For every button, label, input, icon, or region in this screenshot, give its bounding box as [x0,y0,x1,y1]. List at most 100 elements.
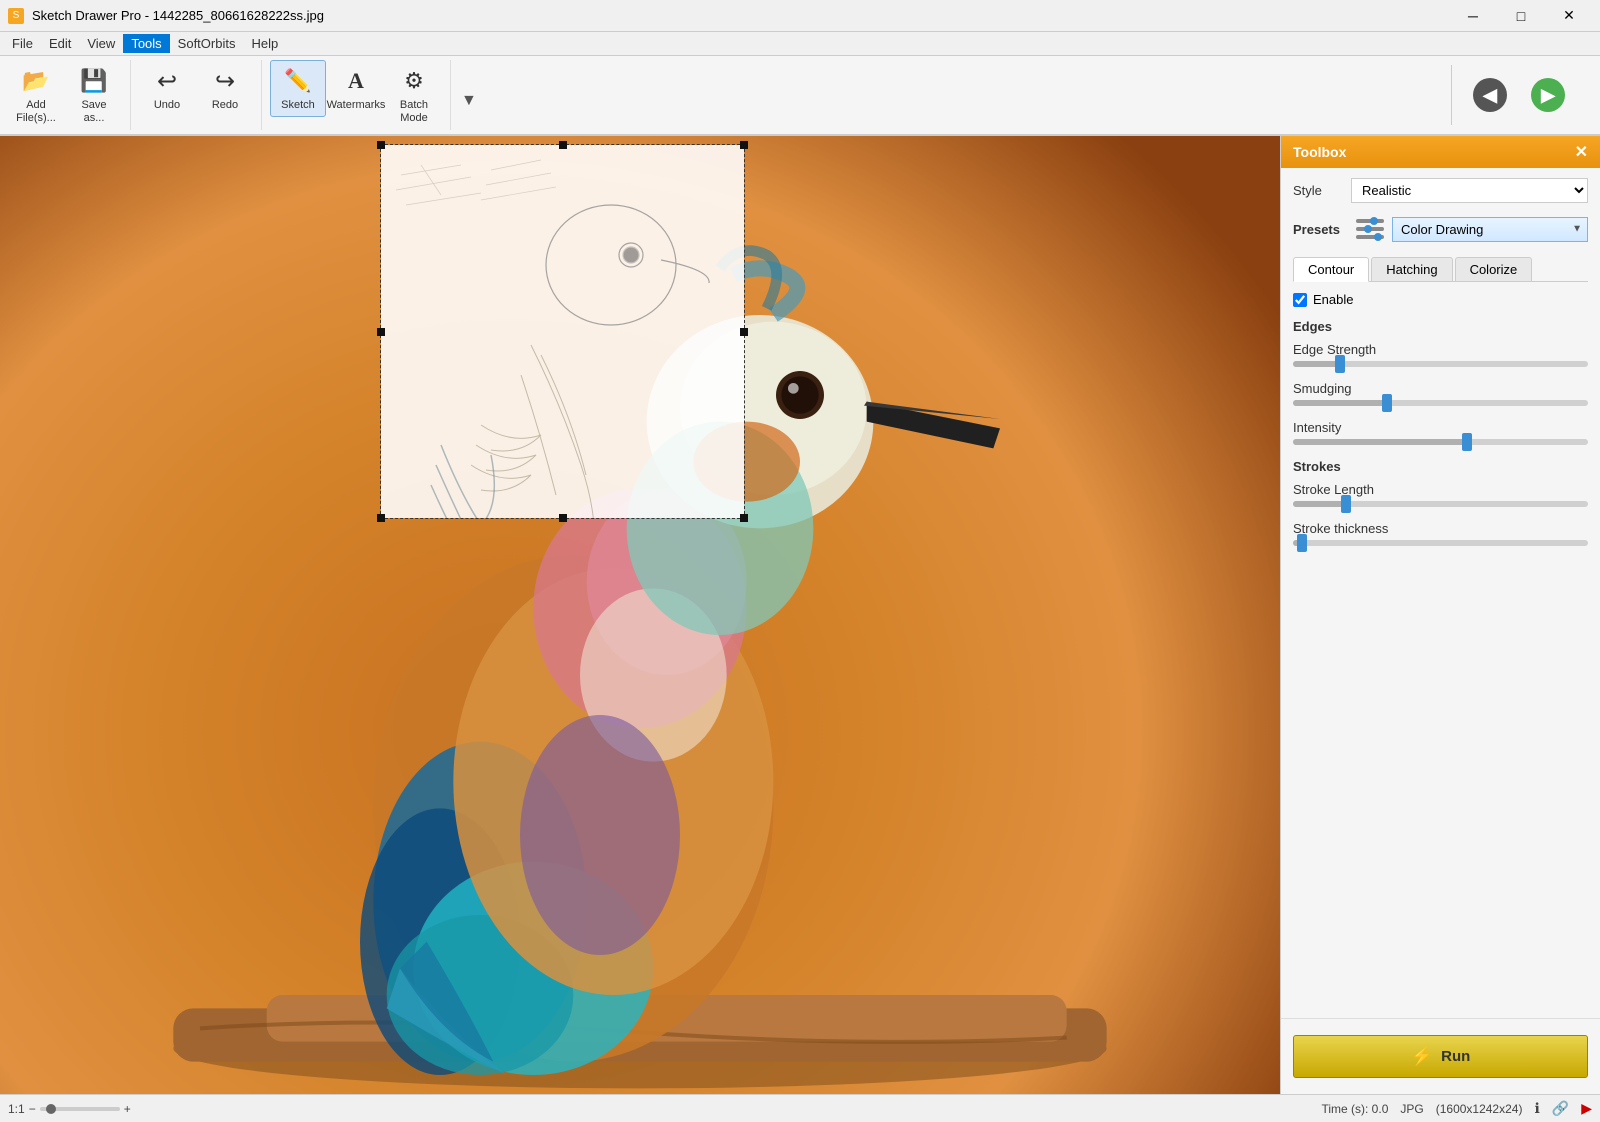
presets-icon [1354,213,1386,245]
enable-row: Enable [1293,292,1588,307]
minimize-button[interactable]: ─ [1450,0,1496,32]
add-file-button[interactable]: 📂 AddFile(s)... [8,60,64,130]
youtube-icon[interactable]: ▶ [1581,1100,1592,1117]
redo-button[interactable]: ↪ Redo [197,60,253,117]
intensity-fill [1293,439,1467,445]
close-button[interactable]: ✕ [1546,0,1592,32]
undo-button[interactable]: ↩ Undo [139,60,195,117]
toolbox-panel: Toolbox ✕ Style Realistic Pencil Charcoa… [1280,136,1600,1094]
handle-tr[interactable] [740,141,748,149]
presets-select[interactable]: Color Drawing Black & White Watercolor P… [1392,217,1588,242]
run-label: Run [1441,1048,1470,1065]
tabs: Contour Hatching Colorize [1293,257,1588,282]
handle-br[interactable] [740,514,748,522]
intensity-row: Intensity [1293,420,1588,445]
zoom-slider[interactable] [40,1107,120,1111]
previous-icon: ◀ [1473,78,1507,112]
canvas-background [0,136,1280,1094]
edge-strength-thumb[interactable] [1335,355,1345,373]
handle-bl[interactable] [377,514,385,522]
status-info: Time (s): 0.0 JPG (1600x1242x24) ℹ 🔗 ▶ [1321,1100,1592,1117]
menu-tools[interactable]: Tools [123,34,169,53]
info-icon[interactable]: ℹ [1534,1100,1539,1117]
add-file-icon: 📂 [20,65,52,97]
menu-view[interactable]: View [79,34,123,53]
stroke-length-thumb[interactable] [1341,495,1351,513]
intensity-thumb[interactable] [1462,433,1472,451]
next-button[interactable]: ▶ [1520,67,1576,123]
tab-hatching[interactable]: Hatching [1371,257,1452,281]
stroke-thickness-thumb[interactable] [1297,534,1307,552]
smudging-row: Smudging [1293,381,1588,406]
toolbar-more[interactable]: ▼ [459,90,479,130]
statusbar: 1:1 − + Time (s): 0.0 JPG (1600x1242x24)… [0,1094,1600,1122]
handle-tl[interactable] [377,141,385,149]
menu-softorbits[interactable]: SoftOrbits [170,34,244,53]
run-icon: ⚡ [1411,1046,1433,1067]
main: Toolbox ✕ Style Realistic Pencil Charcoa… [0,136,1600,1094]
batch-mode-button[interactable]: ⚙ BatchMode [386,60,442,130]
smudging-fill [1293,400,1387,406]
save-as-button[interactable]: 💾 Saveas... [66,60,122,130]
batch-icon: ⚙ [398,65,430,97]
canvas-area[interactable] [0,136,1280,1094]
toolbox-header: Toolbox ✕ [1281,136,1600,168]
toolbar-tools-group: ✏️ Sketch A Watermarks ⚙ BatchMode [270,60,451,130]
edge-strength-slider[interactable] [1293,361,1588,367]
stroke-thickness-label: Stroke thickness [1293,521,1588,536]
run-area: ⚡ Run [1281,1018,1600,1094]
save-icon: 💾 [78,65,110,97]
redo-label: Redo [212,99,238,112]
strokes-section: Strokes Stroke Length Stroke thickness [1293,459,1588,546]
stroke-thickness-slider[interactable] [1293,540,1588,546]
zoom-slider-thumb[interactable] [46,1104,56,1114]
nav-area: ◀ ▶ [1451,60,1592,130]
tab-contour[interactable]: Contour [1293,257,1369,282]
sliders-icon [1356,215,1384,243]
watermarks-button[interactable]: A Watermarks [328,60,384,117]
app-icon: S [8,8,24,24]
sketch-overlay [381,145,744,518]
stroke-length-label: Stroke Length [1293,482,1588,497]
maximize-button[interactable]: □ [1498,0,1544,32]
enable-checkbox[interactable] [1293,293,1307,307]
handle-ml[interactable] [377,328,385,336]
selection-box[interactable] [380,144,745,519]
stroke-length-slider[interactable] [1293,501,1588,507]
toolbar: 📂 AddFile(s)... 💾 Saveas... ↩ Undo ↪ Red… [0,56,1600,136]
batch-label: BatchMode [400,99,428,125]
smudging-thumb[interactable] [1382,394,1392,412]
tab-colorize[interactable]: Colorize [1455,257,1533,281]
next-icon: ▶ [1531,78,1565,112]
style-row: Style Realistic Pencil Charcoal Pen [1293,178,1588,203]
titlebar-title: Sketch Drawer Pro - 1442285_80661628222s… [32,8,324,23]
style-label: Style [1293,183,1343,198]
menu-edit[interactable]: Edit [41,34,79,53]
style-select[interactable]: Realistic Pencil Charcoal Pen [1351,178,1588,203]
handle-mr[interactable] [740,328,748,336]
menu-help[interactable]: Help [243,34,286,53]
sketch-icon: ✏️ [282,65,314,97]
menubar: File Edit View Tools SoftOrbits Help [0,32,1600,56]
share-icon[interactable]: 🔗 [1552,1100,1569,1117]
presets-row: Presets Color Drawing Black & White [1293,213,1588,245]
watermarks-icon: A [340,65,372,97]
titlebar-controls: ─ □ ✕ [1450,0,1592,32]
handle-bm[interactable] [559,514,567,522]
intensity-slider[interactable] [1293,439,1588,445]
run-button[interactable]: ⚡ Run [1293,1035,1588,1078]
sketch-button[interactable]: ✏️ Sketch [270,60,326,117]
previous-button[interactable]: ◀ [1462,67,1518,123]
toolbar-file-group: 📂 AddFile(s)... 💾 Saveas... [8,60,131,130]
toolbox-body: Style Realistic Pencil Charcoal Pen Pres… [1281,168,1600,1018]
undo-label: Undo [154,99,180,112]
titlebar-left: S Sketch Drawer Pro - 1442285_8066162822… [8,8,324,24]
enable-label[interactable]: Enable [1313,292,1353,307]
menu-file[interactable]: File [4,34,41,53]
save-label: Saveas... [81,99,106,125]
toolbox-title: Toolbox [1293,144,1346,160]
sketch-svg [381,145,744,518]
handle-tm[interactable] [559,141,567,149]
smudging-slider[interactable] [1293,400,1588,406]
toolbox-close-button[interactable]: ✕ [1575,142,1588,162]
